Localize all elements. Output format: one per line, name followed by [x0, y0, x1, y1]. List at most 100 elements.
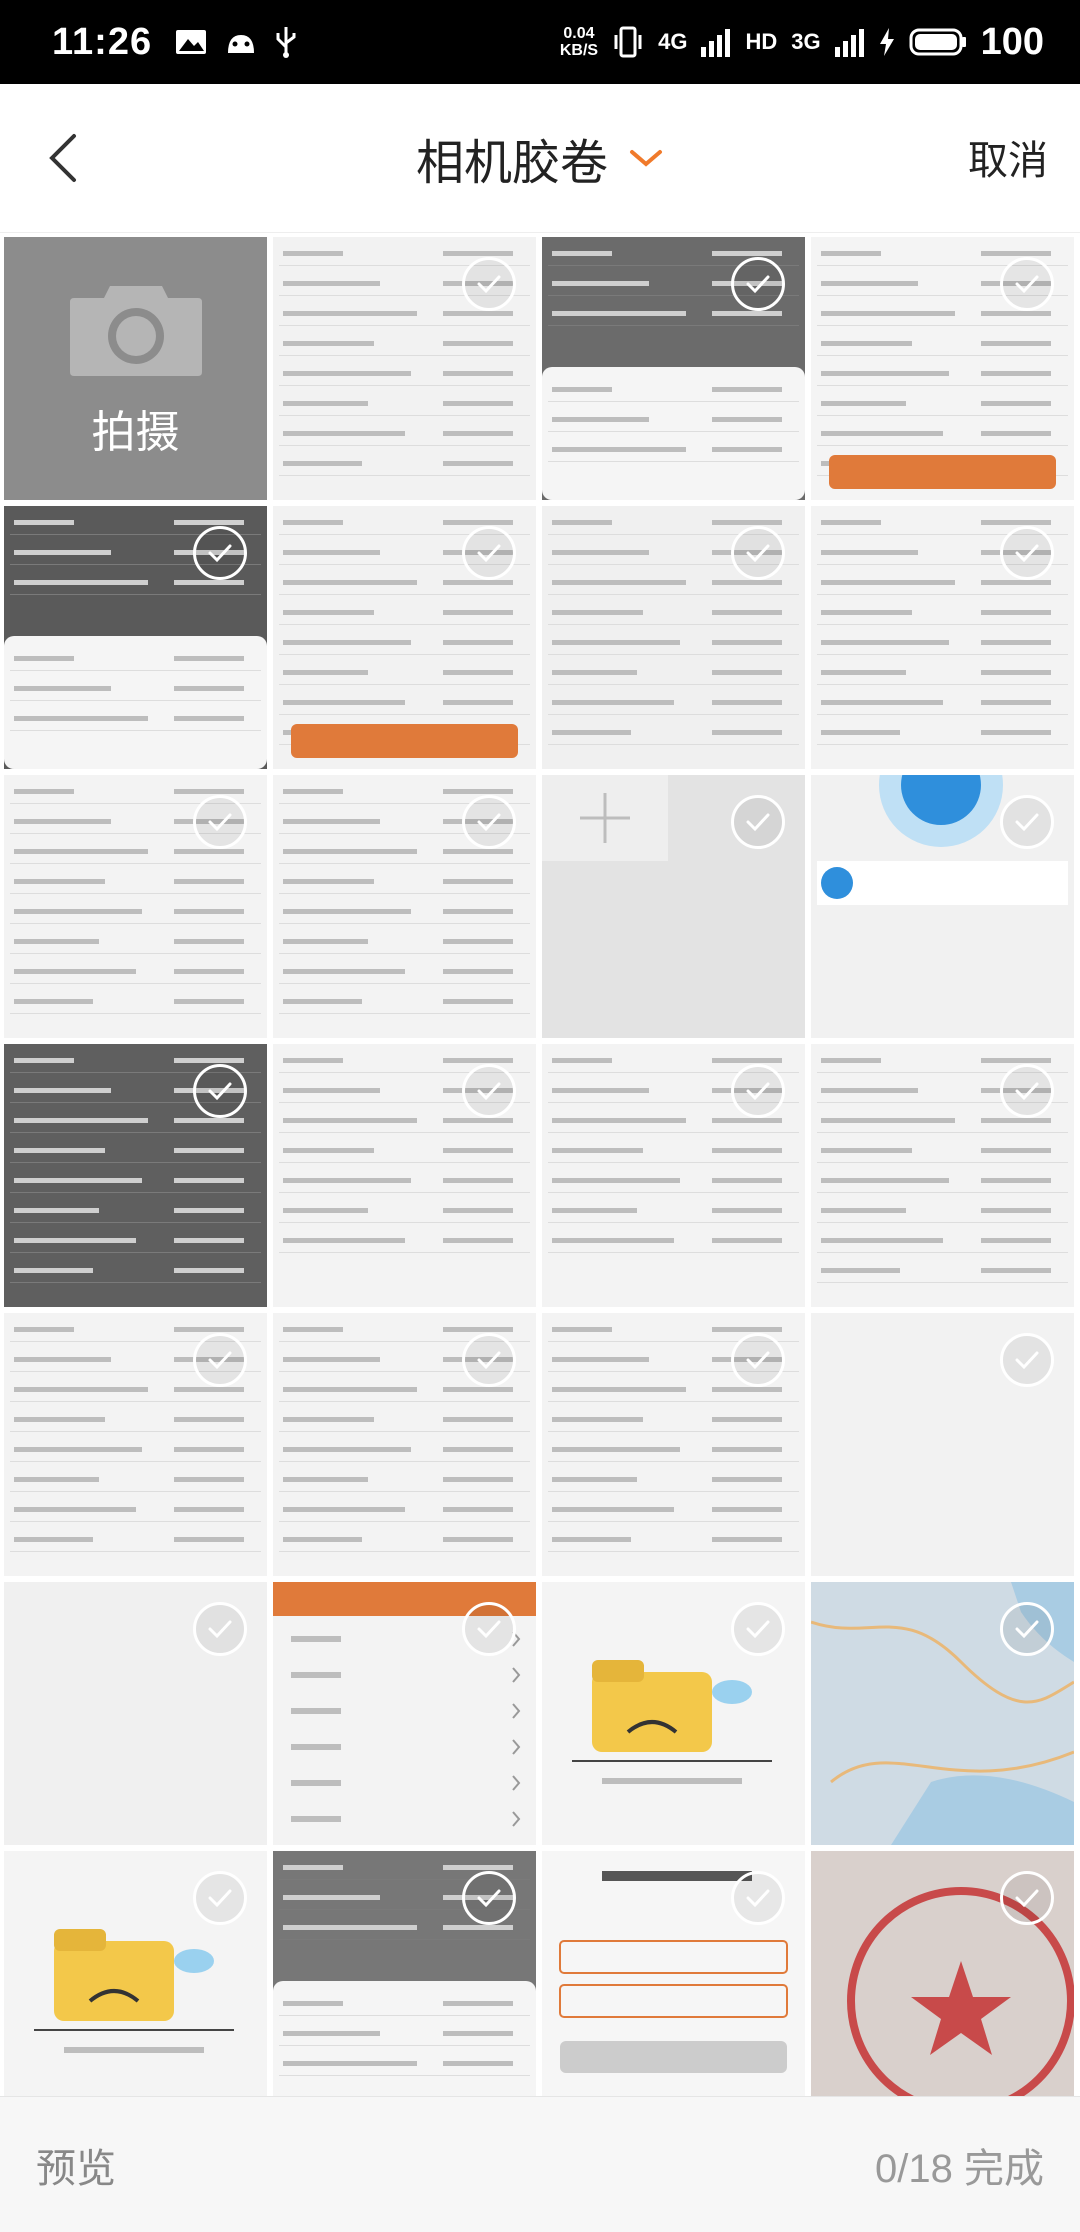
- photo-thumbnail[interactable]: [542, 1582, 805, 1845]
- photo-thumbnail[interactable]: [811, 1313, 1074, 1576]
- thumb-text-line: [443, 401, 513, 406]
- check-icon: [1015, 1351, 1039, 1370]
- thumb-divider: [10, 700, 261, 701]
- select-checkbox[interactable]: [462, 1602, 516, 1656]
- thumb-divider: [548, 1162, 799, 1163]
- thumb-text-line: [283, 909, 411, 914]
- thumb-text-line: [552, 387, 612, 392]
- camera-tile[interactable]: 拍摄: [4, 237, 267, 500]
- photo-thumbnail[interactable]: [273, 1851, 536, 2096]
- photo-thumbnail[interactable]: [542, 775, 805, 1038]
- select-checkbox[interactable]: [1000, 1333, 1054, 1387]
- select-checkbox[interactable]: [462, 257, 516, 311]
- select-checkbox[interactable]: [731, 1064, 785, 1118]
- photo-thumbnail[interactable]: [542, 237, 805, 500]
- photo-thumbnail[interactable]: [542, 1851, 805, 2096]
- thumb-text-line: [981, 1058, 1051, 1063]
- photo-thumbnail[interactable]: [4, 506, 267, 769]
- thumb-text-line: [712, 1058, 782, 1063]
- photo-thumbnail[interactable]: [273, 1313, 536, 1576]
- thumb-text-line: [821, 520, 881, 525]
- thumb-text-line: [552, 1387, 686, 1392]
- hd-badge: HD: [745, 29, 778, 54]
- photo-thumbnail[interactable]: [811, 237, 1074, 500]
- album-title[interactable]: 相机胶卷: [416, 123, 608, 193]
- usb-icon: [276, 27, 296, 58]
- thumb-text-line: [14, 1088, 111, 1093]
- select-checkbox[interactable]: [193, 795, 247, 849]
- done-button[interactable]: 0/18 完成: [875, 2136, 1044, 2194]
- select-checkbox[interactable]: [731, 526, 785, 580]
- select-checkbox[interactable]: [731, 1333, 785, 1387]
- select-checkbox[interactable]: [1000, 795, 1054, 849]
- photo-thumbnail[interactable]: [811, 775, 1074, 1038]
- select-checkbox[interactable]: [462, 1871, 516, 1925]
- thumb-text-line: [283, 1327, 343, 1332]
- photo-thumbnail[interactable]: [273, 506, 536, 769]
- thumb-text-line: [283, 1925, 417, 1930]
- thumb-caption-line: [602, 1778, 742, 1784]
- thumb-text-line: [14, 1208, 99, 1213]
- thumb-text-line: [283, 401, 368, 406]
- photo-thumbnail[interactable]: [4, 1851, 267, 2096]
- select-checkbox[interactable]: [731, 257, 785, 311]
- photo-thumbnail[interactable]: [273, 1582, 536, 1845]
- chevron-down-icon[interactable]: [628, 146, 664, 170]
- thumb-divider: [817, 1162, 1068, 1163]
- thumb-dialog: [542, 367, 805, 500]
- thumb-text-line: [174, 969, 244, 974]
- photo-thumbnail[interactable]: [4, 1044, 267, 1307]
- select-checkbox[interactable]: [193, 1333, 247, 1387]
- select-checkbox[interactable]: [1000, 1602, 1054, 1656]
- photo-thumbnail[interactable]: [811, 1582, 1074, 1845]
- thumb-text-line: [14, 1268, 93, 1273]
- select-checkbox[interactable]: [462, 1333, 516, 1387]
- thumb-text-line: [443, 670, 513, 675]
- thumb-login-field: [559, 1984, 788, 2018]
- photo-thumbnail[interactable]: [273, 1044, 536, 1307]
- select-checkbox[interactable]: [193, 1064, 247, 1118]
- photo-thumbnail[interactable]: [542, 1044, 805, 1307]
- select-checkbox[interactable]: [731, 1602, 785, 1656]
- thumb-text-line: [712, 1537, 782, 1542]
- photo-thumbnail[interactable]: [811, 1851, 1074, 2096]
- select-checkbox[interactable]: [731, 1871, 785, 1925]
- photo-thumbnail[interactable]: [811, 506, 1074, 769]
- select-checkbox[interactable]: [1000, 1064, 1054, 1118]
- back-button[interactable]: [36, 128, 96, 188]
- thumb-divider: [279, 2015, 530, 2016]
- folder-icon: [592, 1672, 712, 1752]
- photo-thumbnail[interactable]: [542, 506, 805, 769]
- select-checkbox[interactable]: [193, 1602, 247, 1656]
- preview-button[interactable]: 预览: [36, 2136, 116, 2194]
- thumb-text-line: [14, 656, 74, 661]
- photo-thumbnail[interactable]: [273, 237, 536, 500]
- select-checkbox[interactable]: [462, 526, 516, 580]
- photo-thumbnail[interactable]: [4, 775, 267, 1038]
- select-checkbox[interactable]: [462, 795, 516, 849]
- thumb-divider: [548, 714, 799, 715]
- photo-thumbnail[interactable]: [542, 1313, 805, 1576]
- select-checkbox[interactable]: [1000, 1871, 1054, 1925]
- cancel-button[interactable]: 取消: [968, 128, 1048, 186]
- photo-thumbnail[interactable]: [273, 775, 536, 1038]
- select-checkbox[interactable]: [731, 795, 785, 849]
- thumb-text-line: [552, 281, 649, 286]
- photo-thumbnail[interactable]: [4, 1313, 267, 1576]
- thumb-text-line: [283, 789, 343, 794]
- thumb-text-line: [174, 1118, 244, 1123]
- chevron-right-icon: [512, 1775, 521, 1791]
- select-checkbox[interactable]: [1000, 257, 1054, 311]
- thumb-divider: [817, 445, 1068, 446]
- thumb-divider: [279, 983, 530, 984]
- photo-thumbnail[interactable]: [811, 1044, 1074, 1307]
- thumb-dialog: [273, 1981, 536, 2096]
- select-checkbox[interactable]: [193, 526, 247, 580]
- select-checkbox[interactable]: [193, 1871, 247, 1925]
- thumb-text-line: [552, 1058, 612, 1063]
- thumb-text-line: [712, 1208, 782, 1213]
- select-checkbox[interactable]: [462, 1064, 516, 1118]
- image-icon: [176, 30, 207, 54]
- photo-thumbnail[interactable]: [4, 1582, 267, 1845]
- select-checkbox[interactable]: [1000, 526, 1054, 580]
